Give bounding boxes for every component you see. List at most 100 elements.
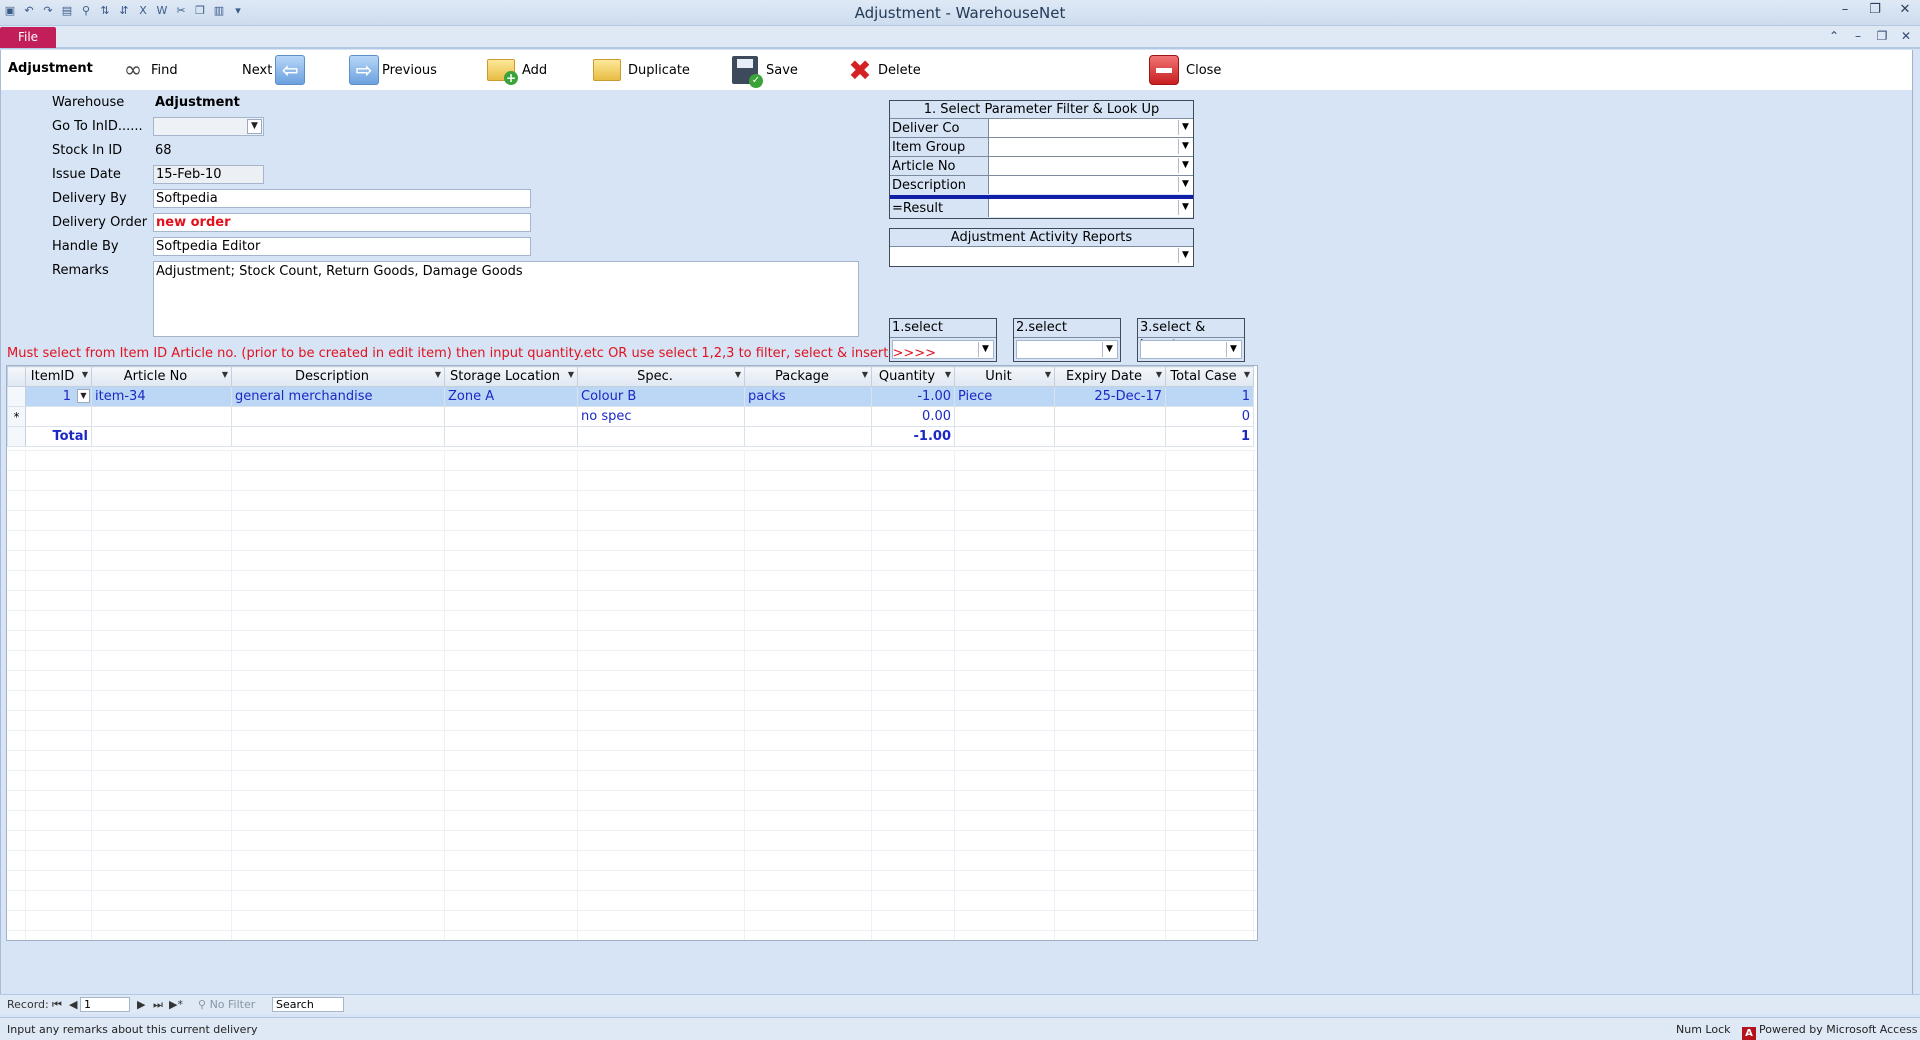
mdi-close-icon[interactable]: ✕ bbox=[1898, 29, 1914, 43]
storage-location-cell[interactable]: Zone A bbox=[444, 386, 578, 407]
remarks-field[interactable]: Adjustment; Stock Count, Return Goods, D… bbox=[153, 261, 859, 337]
chevron-down-icon[interactable]: ▼ bbox=[1178, 139, 1192, 154]
next-record-icon[interactable]: ▶ bbox=[137, 998, 145, 1011]
chevron-down-icon[interactable]: ▼ bbox=[1178, 248, 1192, 263]
column-header-total-case[interactable]: Total Case ▼ bbox=[1165, 366, 1254, 387]
chevron-down-icon[interactable]: ▼ bbox=[222, 370, 228, 379]
filter-combo[interactable]: ▼ bbox=[988, 157, 1193, 175]
restore-icon[interactable]: ❐ bbox=[1860, 0, 1890, 22]
duplicate-button[interactable]: Duplicate bbox=[593, 54, 690, 86]
itemid-cell[interactable] bbox=[25, 406, 92, 427]
activity-reports-combo[interactable]: ▼ bbox=[890, 247, 1193, 266]
search-field[interactable]: Search bbox=[272, 997, 344, 1012]
unit-cell[interactable]: Piece bbox=[954, 386, 1055, 407]
delivery-by-field[interactable]: Softpedia bbox=[153, 189, 531, 208]
spec-cell[interactable]: Colour B bbox=[577, 386, 745, 407]
chevron-down-icon[interactable]: ▼ bbox=[1178, 120, 1192, 135]
chevron-down-icon[interactable]: ▼ bbox=[945, 370, 951, 379]
column-header-spec[interactable]: Spec. ▼ bbox=[577, 366, 745, 387]
delete-button[interactable]: ✖ Delete bbox=[845, 54, 920, 87]
new-record-row[interactable]: * no spec 0.00 0 bbox=[7, 406, 1254, 427]
no-filter-button[interactable]: ⚲ No Filter bbox=[198, 998, 255, 1011]
total-case-cell[interactable]: 0 bbox=[1165, 406, 1254, 427]
column-header-itemid[interactable]: ItemID ▼ bbox=[25, 366, 92, 387]
description-cell[interactable] bbox=[231, 406, 445, 427]
mdi-restore-icon[interactable]: ❐ bbox=[1874, 29, 1890, 43]
package-cell[interactable] bbox=[744, 406, 872, 427]
issue-date-field[interactable]: 15-Feb-10 bbox=[153, 165, 264, 184]
first-record-icon[interactable]: ⏮ bbox=[52, 998, 62, 1012]
chevron-down-icon[interactable]: ▼ bbox=[247, 119, 262, 134]
column-header-unit[interactable]: Unit ▼ bbox=[954, 366, 1055, 387]
delivery-order-field[interactable]: new order bbox=[153, 213, 531, 232]
storage-location-cell[interactable] bbox=[444, 406, 578, 427]
article-no-cell[interactable] bbox=[91, 406, 232, 427]
column-header-package[interactable]: Package ▼ bbox=[744, 366, 872, 387]
form-scrollbar[interactable] bbox=[1912, 50, 1920, 994]
close-button[interactable]: Close bbox=[1149, 54, 1221, 86]
next-button[interactable]: Next ⇦ bbox=[242, 54, 306, 86]
minimize-icon[interactable]: – bbox=[1830, 0, 1860, 22]
chevron-down-icon[interactable]: ▼ bbox=[1178, 177, 1192, 192]
select-3-combo[interactable]: ▼ bbox=[1140, 340, 1242, 359]
chevron-down-icon[interactable]: ▼ bbox=[862, 370, 868, 379]
expiry-date-cell[interactable] bbox=[1054, 406, 1166, 427]
select-all-corner[interactable] bbox=[7, 366, 26, 387]
filter-row-item-group[interactable]: Item Group ▼ bbox=[890, 138, 1193, 157]
filter-combo[interactable]: ▼ bbox=[988, 138, 1193, 156]
new-record-icon[interactable]: ▶* bbox=[169, 998, 183, 1011]
chevron-down-icon[interactable]: ▼ bbox=[82, 370, 88, 379]
chevron-down-icon[interactable]: ▼ bbox=[1226, 342, 1240, 357]
chevron-down-icon[interactable]: ▼ bbox=[1045, 370, 1051, 379]
expiry-date-cell[interactable]: 25-Dec-17 bbox=[1054, 386, 1166, 407]
chevron-down-icon[interactable]: ▼ bbox=[1178, 200, 1192, 215]
chevron-down-icon[interactable]: ▼ bbox=[77, 389, 90, 403]
filter-row-article-no[interactable]: Article No ▼ bbox=[890, 157, 1193, 176]
row-selector[interactable] bbox=[7, 386, 26, 407]
chevron-down-icon[interactable]: ▼ bbox=[1244, 370, 1250, 379]
previous-record-icon[interactable]: ◀ bbox=[69, 998, 77, 1011]
add-button[interactable]: + Add bbox=[487, 54, 547, 86]
handle-by-field[interactable]: Softpedia Editor bbox=[153, 237, 531, 256]
chevron-down-icon[interactable]: ▼ bbox=[978, 342, 992, 357]
filter-combo[interactable]: ▼ bbox=[988, 176, 1193, 194]
quantity-cell[interactable]: -1.00 bbox=[871, 386, 955, 407]
chevron-down-icon[interactable]: ▼ bbox=[1178, 158, 1192, 173]
mdi-minimize-icon[interactable]: – bbox=[1850, 29, 1866, 43]
find-button[interactable]: ∞ Find bbox=[118, 54, 178, 86]
quantity-cell[interactable]: 0.00 bbox=[871, 406, 955, 427]
chevron-down-icon[interactable]: ▼ bbox=[1102, 342, 1116, 357]
spec-cell[interactable]: no spec bbox=[577, 406, 745, 427]
ribbon-collapse-icon[interactable]: ⌃ bbox=[1826, 29, 1842, 43]
goto-inid-combo[interactable]: ▼ bbox=[153, 117, 264, 136]
article-no-cell[interactable]: item-34 bbox=[91, 386, 232, 407]
filter-row-description[interactable]: Description ▼ bbox=[890, 176, 1193, 195]
column-header-expiry-date[interactable]: Expiry Date ▼ bbox=[1054, 366, 1166, 387]
new-record-marker[interactable]: * bbox=[7, 406, 26, 427]
description-cell[interactable]: general merchandise bbox=[231, 386, 445, 407]
itemid-cell[interactable]: 1 ▼ bbox=[25, 386, 92, 407]
file-tab[interactable]: File bbox=[0, 27, 56, 48]
result-combo[interactable]: ▼ bbox=[988, 199, 1193, 217]
select-2-combo[interactable]: ▼ bbox=[1016, 340, 1118, 359]
filter-combo[interactable]: ▼ bbox=[988, 119, 1193, 137]
close-window-icon[interactable]: ✕ bbox=[1890, 0, 1920, 22]
filter-row-result[interactable]: =Result ▼ bbox=[890, 199, 1193, 218]
column-header-article-no[interactable]: Article No ▼ bbox=[91, 366, 232, 387]
chevron-down-icon[interactable]: ▼ bbox=[568, 370, 574, 379]
table-row[interactable]: 1 ▼ item-34 general merchandise Zone A Co… bbox=[7, 386, 1254, 407]
chevron-down-icon[interactable]: ▼ bbox=[1156, 370, 1162, 379]
current-record-field[interactable]: 1 bbox=[80, 997, 130, 1012]
chevron-down-icon[interactable]: ▼ bbox=[735, 370, 741, 379]
unit-cell[interactable] bbox=[954, 406, 1055, 427]
column-header-storage-location[interactable]: Storage Location ▼ bbox=[444, 366, 578, 387]
filter-row-deliver-co[interactable]: Deliver Co ▼ bbox=[890, 119, 1193, 138]
package-cell[interactable]: packs bbox=[744, 386, 872, 407]
total-case-cell[interactable]: 1 bbox=[1165, 386, 1254, 407]
chevron-down-icon[interactable]: ▼ bbox=[435, 370, 441, 379]
last-record-icon[interactable]: ⏭ bbox=[153, 998, 163, 1012]
column-header-quantity[interactable]: Quantity ▼ bbox=[871, 366, 955, 387]
column-header-description[interactable]: Description ▼ bbox=[231, 366, 445, 387]
previous-button[interactable]: ⇨ Previous bbox=[349, 54, 437, 86]
save-button[interactable]: ✓ Save bbox=[732, 54, 798, 88]
